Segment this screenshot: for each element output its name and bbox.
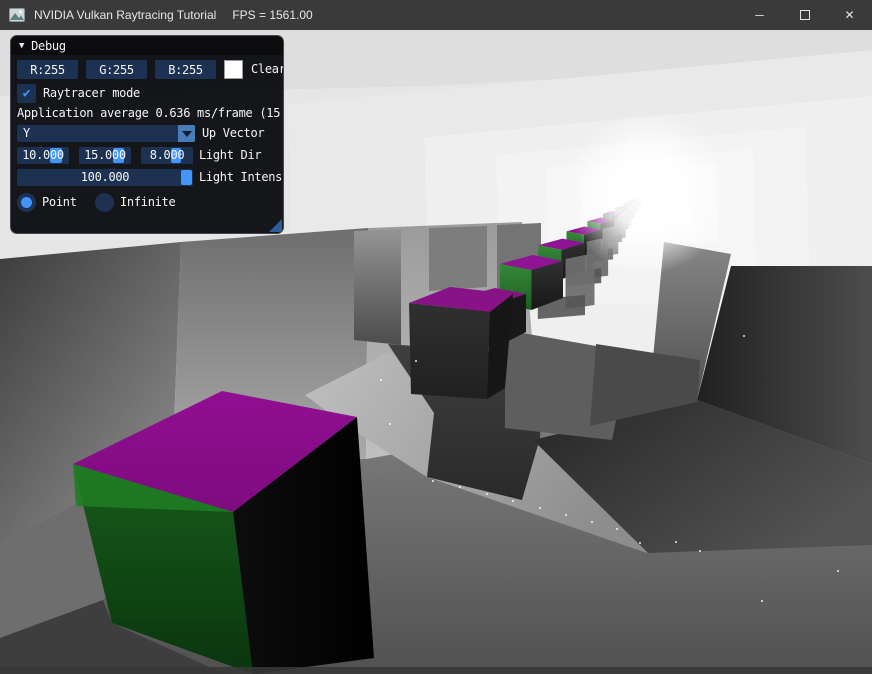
light-dir-y-value: 15.000 — [79, 147, 131, 164]
middle-cube — [409, 287, 513, 399]
up-vector-label: Up Vector — [202, 124, 264, 143]
render-viewport[interactable]: ▼ Debug R:255 G:255 B:255 Clear color ✔ … — [0, 30, 872, 674]
fps-counter: FPS = 1561.00 — [232, 8, 312, 22]
noise-speckle — [389, 423, 391, 425]
window-bottom-border — [0, 667, 872, 674]
light-intensity-slider[interactable]: 100.000 — [17, 169, 193, 186]
noise-speckle — [837, 570, 839, 572]
up-vector-row: Y Up Vector — [11, 125, 283, 142]
light-intensity-row: 100.000 Light Intensity — [11, 169, 283, 186]
noise-speckle — [675, 541, 677, 543]
debug-panel-title: Debug — [31, 39, 66, 53]
noise-speckle — [512, 500, 514, 502]
check-icon: ✔ — [23, 86, 31, 101]
noise-speckle — [743, 335, 745, 337]
close-icon: ✕ — [844, 8, 854, 22]
chevron-down-icon — [182, 131, 192, 137]
close-button[interactable]: ✕ — [827, 0, 872, 30]
infinite-light-label: Infinite — [120, 193, 175, 212]
minimize-icon: ─ — [755, 8, 764, 22]
light-dir-x-value: 10.000 — [17, 147, 69, 164]
light-dir-x-slider[interactable]: 10.000 — [17, 147, 69, 164]
up-vector-value: Y — [23, 125, 30, 142]
clear-color-label: Clear color — [251, 60, 284, 79]
pillar-reflection-2 — [429, 226, 487, 291]
pillar-reflection-1 — [354, 229, 401, 345]
stats-row: Application average 0.636 ms/frame (15 — [11, 106, 283, 120]
window-title: NVIDIA Vulkan Raytracing Tutorial — [34, 8, 216, 22]
light-intensity-value: 100.000 — [17, 169, 193, 186]
clear-color-row: R:255 G:255 B:255 Clear color — [11, 60, 283, 79]
maximize-icon — [800, 10, 810, 20]
minimize-button[interactable]: ─ — [737, 0, 782, 30]
frame-stats-text: Application average 0.636 ms/frame (15 — [17, 106, 280, 120]
light-dir-label: Light Dir — [199, 146, 261, 165]
light-type-row: Point Infinite — [11, 193, 283, 213]
noise-speckle — [459, 486, 461, 488]
up-vector-combo[interactable]: Y — [17, 125, 195, 142]
noise-speckle — [415, 360, 417, 362]
light-intensity-label: Light Intensity — [199, 168, 284, 187]
noise-speckle — [486, 493, 488, 495]
resize-grip[interactable] — [269, 219, 282, 232]
noise-speckle — [432, 480, 434, 482]
raytracer-row: ✔ Raytracer mode — [11, 84, 283, 103]
light-dir-z-value: 8.000 — [141, 147, 193, 164]
light-dir-y-slider[interactable]: 15.000 — [79, 147, 131, 164]
noise-speckle — [639, 542, 641, 544]
noise-speckle — [565, 514, 567, 516]
collapse-arrow-icon[interactable]: ▼ — [19, 41, 24, 51]
red-value-button[interactable]: R:255 — [17, 60, 78, 79]
window-titlebar[interactable]: NVIDIA Vulkan Raytracing Tutorial FPS = … — [0, 0, 872, 30]
maximize-button[interactable] — [782, 0, 827, 30]
green-value-button[interactable]: G:255 — [86, 60, 147, 79]
point-light-radio[interactable] — [17, 193, 36, 212]
point-light-label: Point — [42, 193, 77, 212]
light-dir-row: 10.000 15.000 8.000 Light Dir — [11, 147, 283, 164]
infinite-light-radio[interactable] — [95, 193, 114, 212]
radio-dot-icon — [21, 197, 32, 208]
raytracer-checkbox-label: Raytracer mode — [43, 84, 140, 103]
debug-panel-titlebar[interactable]: ▼ Debug — [11, 36, 283, 55]
noise-speckle — [380, 379, 382, 381]
app-icon — [9, 7, 25, 23]
raytracer-checkbox[interactable]: ✔ — [17, 84, 36, 103]
app-window: NVIDIA Vulkan Raytracing Tutorial FPS = … — [0, 0, 872, 674]
light-dir-z-slider[interactable]: 8.000 — [141, 147, 193, 164]
noise-speckle — [539, 507, 541, 509]
middle-cube-front — [409, 303, 490, 399]
noise-speckle — [591, 521, 593, 523]
noise-speckle — [616, 528, 618, 530]
combo-dropdown-button[interactable] — [178, 125, 195, 142]
noise-speckle — [761, 600, 763, 602]
noise-speckle — [699, 550, 701, 552]
blue-value-button[interactable]: B:255 — [155, 60, 216, 79]
debug-panel[interactable]: ▼ Debug R:255 G:255 B:255 Clear color ✔ … — [10, 35, 284, 234]
clear-color-swatch[interactable] — [224, 60, 243, 79]
